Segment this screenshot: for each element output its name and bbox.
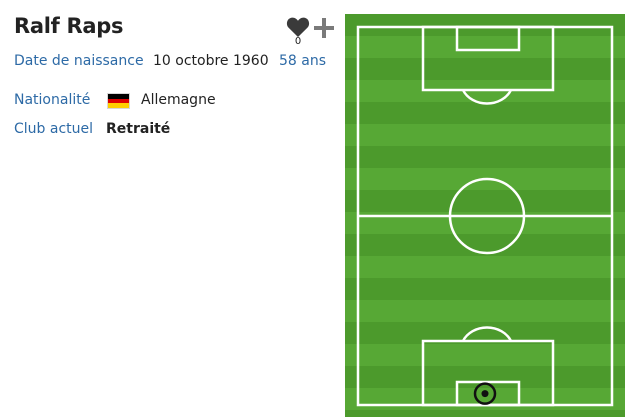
favorite-button[interactable]: 0 xyxy=(286,16,310,48)
player-name: Ralf Raps xyxy=(14,14,124,38)
heart-icon[interactable] xyxy=(286,16,310,38)
germany-flag-icon xyxy=(107,93,130,109)
age-value: 58 ans xyxy=(279,53,327,69)
current-club-value: Retraité xyxy=(106,121,171,137)
birth-date-value: 10 octobre 1960 xyxy=(153,53,269,69)
nationality-value: Allemagne xyxy=(141,92,216,108)
plus-icon[interactable] xyxy=(313,17,335,39)
favorites-count: 0 xyxy=(294,36,302,47)
football-pitch xyxy=(345,14,625,417)
current-club-label: Club actuel xyxy=(14,121,94,137)
nationality-label: Nationalité xyxy=(14,92,91,108)
birth-date-label: Date de naissance xyxy=(14,53,144,69)
